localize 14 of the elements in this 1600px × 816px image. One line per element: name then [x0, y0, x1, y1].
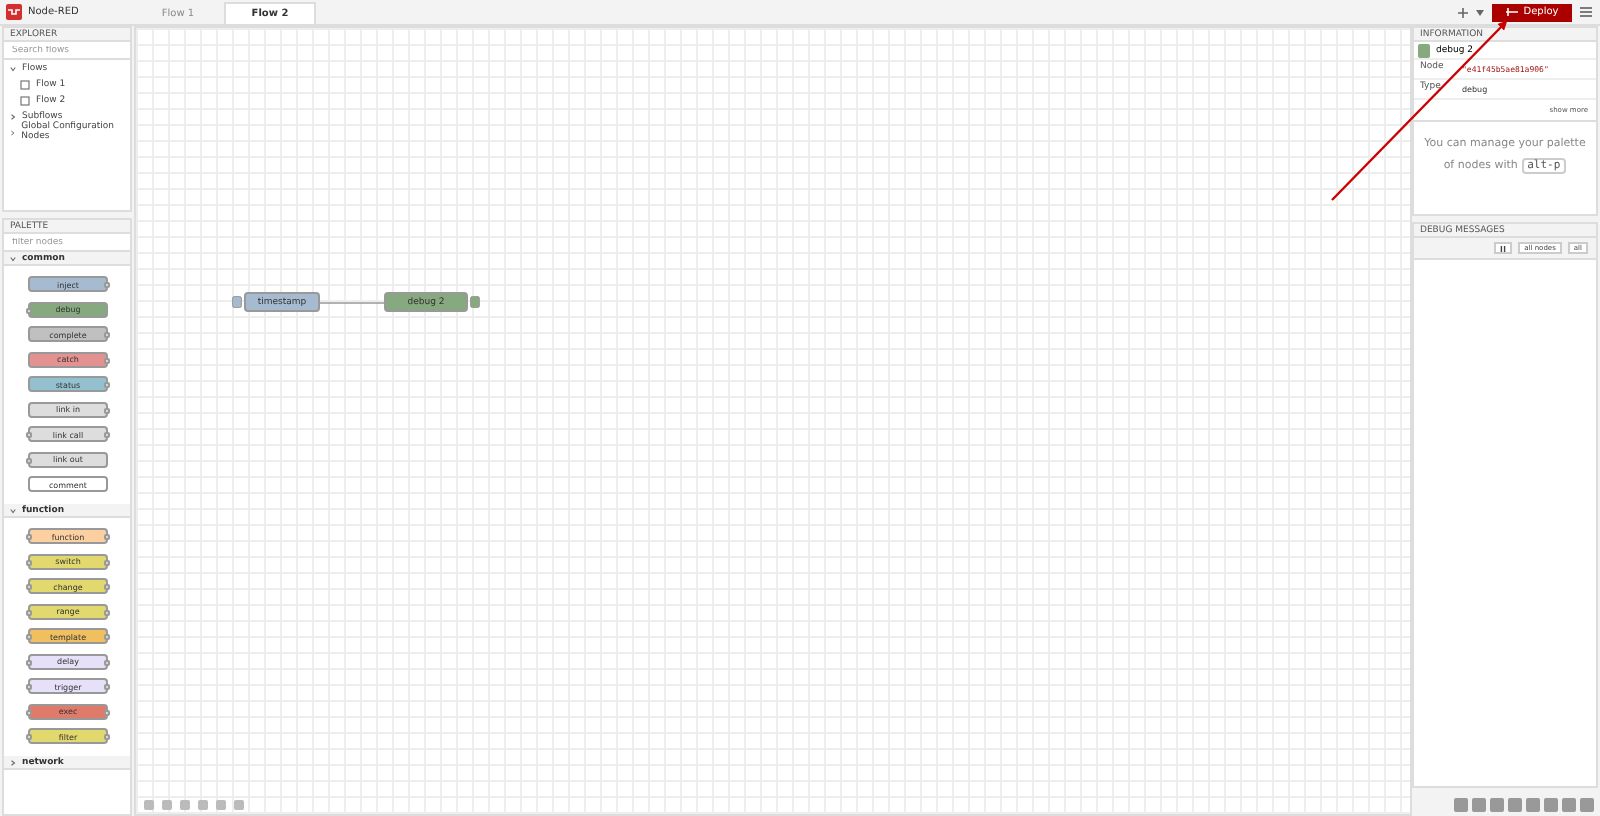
chevron-icon[interactable]	[10, 255, 16, 261]
chevron-icon[interactable]	[10, 507, 16, 513]
add-icon[interactable]	[1458, 7, 1468, 17]
node-icon	[1418, 43, 1430, 57]
caret-icon[interactable]	[1476, 9, 1484, 15]
chevron-icon[interactable]	[10, 759, 16, 765]
inject-button[interactable]	[232, 296, 242, 308]
pause-button[interactable]	[1494, 242, 1513, 254]
chevron-icon[interactable]	[10, 65, 16, 71]
wire	[320, 300, 384, 306]
menu-icon[interactable]	[1580, 6, 1592, 18]
chevron-icon[interactable]	[10, 113, 16, 119]
deploy-icon	[1505, 8, 1518, 16]
toggle-button[interactable]	[470, 296, 480, 308]
